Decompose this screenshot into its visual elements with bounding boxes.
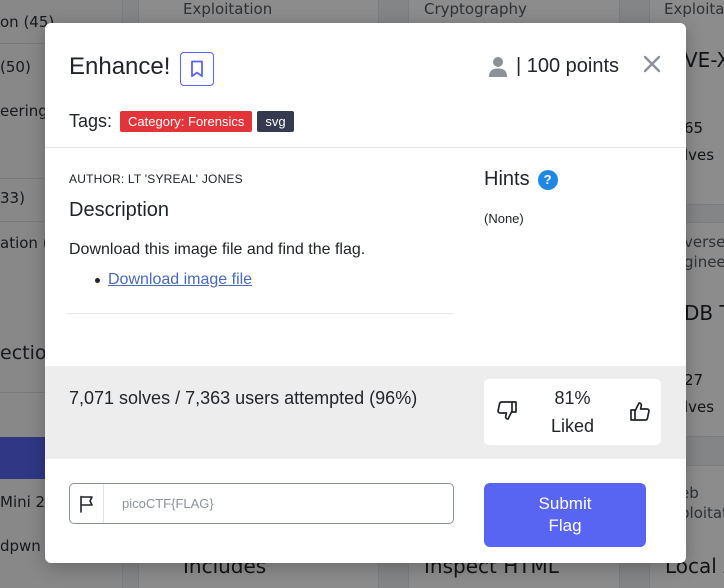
user-icon	[488, 56, 508, 78]
challenge-modal: Enhance! | 100 points Tags: Category: Fo…	[45, 23, 686, 563]
header-divider	[45, 147, 686, 148]
bookmark-button[interactable]	[180, 52, 214, 86]
tag-svg[interactable]: svg	[257, 111, 294, 132]
solves-stats: 7,071 solves / 7,363 users attempted (96…	[69, 388, 418, 408]
flag-input[interactable]	[104, 485, 453, 522]
flag-icon	[70, 484, 104, 523]
challenge-title: Enhance!	[69, 53, 171, 80]
challenge-points: | 100 points	[488, 55, 619, 78]
description-text: Download this image file and find the fl…	[69, 241, 366, 258]
hints-value: (None)	[484, 211, 524, 226]
description-heading: Description	[69, 199, 170, 221]
bookmark-icon	[191, 60, 203, 78]
points-label: | 100 points	[516, 55, 620, 77]
submit-flag-button[interactable]: Submit Flag	[484, 483, 646, 547]
stats-band: 7,071 solves / 7,363 users attempted (96…	[45, 366, 686, 459]
tag-category[interactable]: Category: Forensics	[120, 111, 253, 132]
download-list-item: Download image file	[95, 271, 252, 289]
hints-help-icon[interactable]: ?	[537, 169, 558, 190]
close-icon	[643, 55, 661, 73]
tags-label: Tags:	[69, 111, 113, 131]
tags-row: Tags: Category: Forensics svg	[69, 111, 299, 132]
like-panel: 81% Liked	[484, 379, 661, 445]
challenge-author: AUTHOR: LT 'SYREAL' JONES	[69, 172, 243, 186]
hints-heading: Hints ?	[484, 168, 558, 191]
description-divider	[66, 313, 454, 314]
close-button[interactable]	[641, 51, 663, 77]
bullet	[95, 277, 100, 283]
thumbs-up-icon[interactable]	[629, 400, 651, 422]
download-image-link[interactable]: Download image file	[108, 271, 252, 289]
flag-input-group	[69, 483, 454, 524]
hints-heading-label: Hints	[484, 168, 530, 190]
